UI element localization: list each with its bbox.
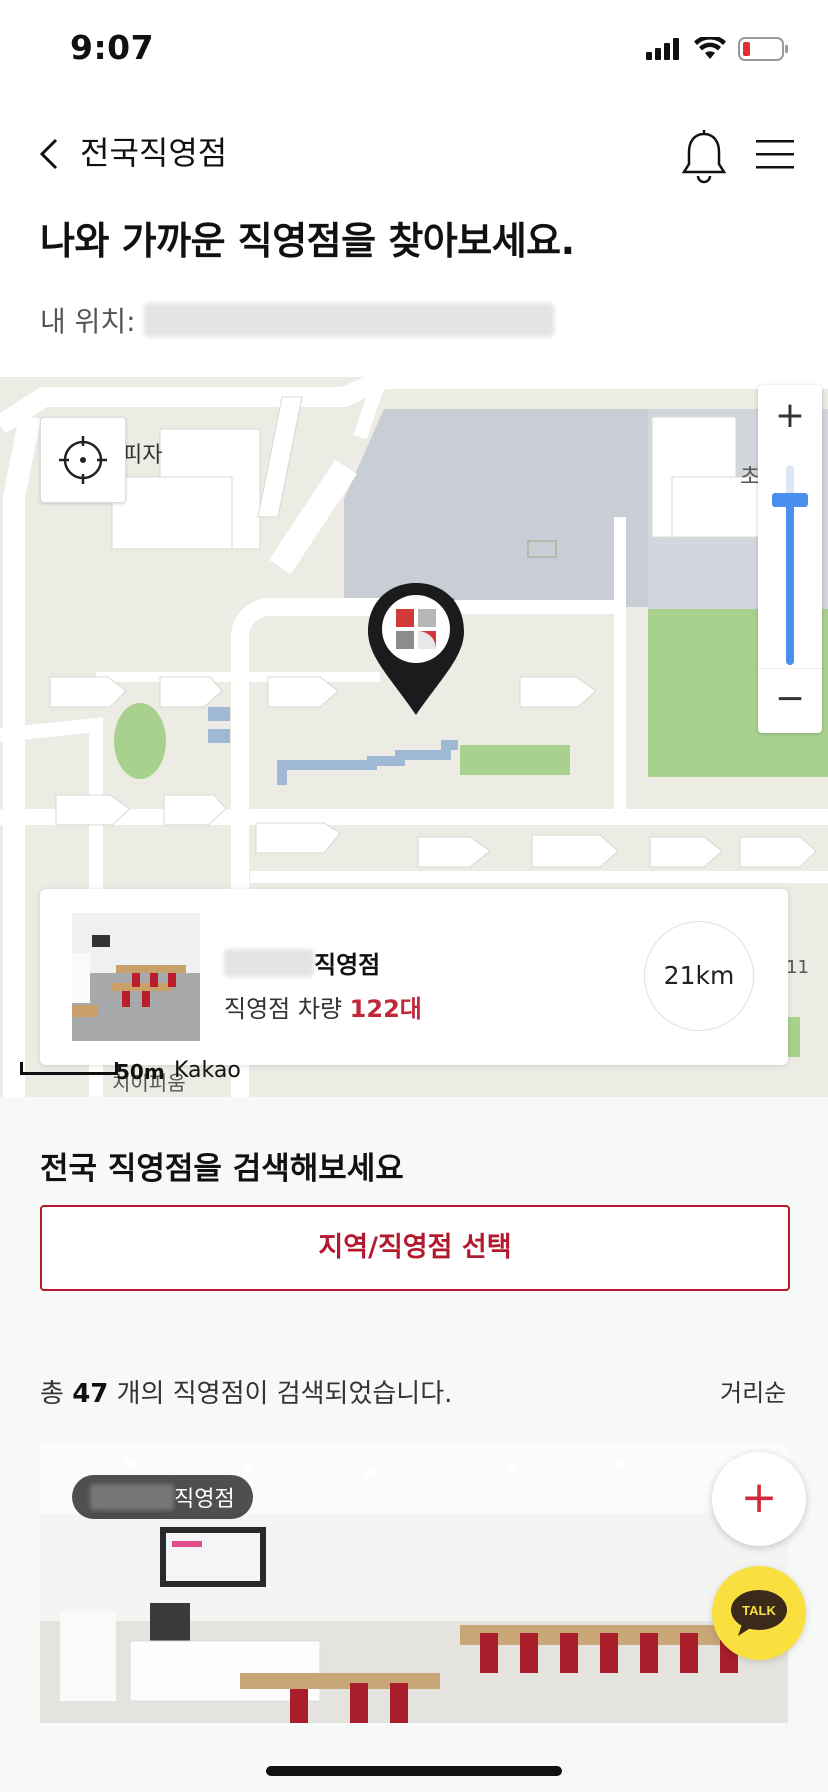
zoom-control: + − xyxy=(758,385,822,733)
back-button[interactable] xyxy=(36,134,66,174)
chevron-left-icon xyxy=(39,138,58,170)
zoom-slider-handle[interactable] xyxy=(772,493,808,507)
cars-count: 122대 xyxy=(349,995,422,1023)
talk-label: TALK xyxy=(742,1603,776,1618)
zoom-out-button[interactable]: − xyxy=(758,668,822,733)
result-count: 총 47 개의 직영점이 검색되었습니다. xyxy=(40,1373,452,1410)
store-list-item[interactable]: 직영점 xyxy=(40,1443,788,1723)
badge-suffix: 직영점 xyxy=(174,1487,235,1512)
kakao-talk-button[interactable]: TALK xyxy=(712,1566,806,1660)
store-name-badge: 직영점 xyxy=(72,1475,253,1519)
my-location-label: 내 위치: xyxy=(40,305,136,338)
distance-badge: 21km xyxy=(644,921,754,1031)
top-navigation: 전국직영점 xyxy=(0,110,828,190)
menu-button[interactable] xyxy=(756,136,796,172)
store-map-marker[interactable] xyxy=(364,579,468,717)
app-screen: 9:07 전국직영점 나와 가까운 직영점을 찾아보세요. 내 위치: 피자 1… xyxy=(0,0,828,1792)
map-label-edge-number: 11 xyxy=(786,957,809,978)
status-icons xyxy=(646,36,790,62)
cars-label: 직영점 차량 xyxy=(224,995,343,1023)
headline: 나와 가까운 직영점을 찾아보세요. xyxy=(40,219,575,263)
result-prefix: 총 xyxy=(40,1379,64,1409)
talk-bubble-icon: TALK xyxy=(731,1590,787,1636)
notification-button[interactable] xyxy=(680,128,728,184)
zoom-slider-fill xyxy=(786,501,794,665)
map-scale-bar xyxy=(20,1062,118,1075)
search-section: 전국 직영점을 검색해보세요 지역/직영점 선택 총 47 개의 직영점이 검색… xyxy=(0,1097,828,1792)
store-info-card[interactable]: 직영점 직영점 차량 122대 21km xyxy=(40,889,788,1065)
map-provider-logo: Kakao xyxy=(174,1058,241,1083)
store-name-redacted xyxy=(224,948,314,977)
zoom-in-button[interactable]: + xyxy=(758,385,822,449)
bell-icon xyxy=(681,130,727,184)
my-location-address-redacted xyxy=(143,303,554,337)
cellular-signal-icon xyxy=(646,38,679,60)
wifi-icon xyxy=(694,37,726,59)
status-bar: 9:07 xyxy=(0,0,828,100)
store-card-name-suffix: 직영점 xyxy=(314,951,381,979)
result-number: 47 xyxy=(72,1379,109,1409)
crosshair-icon xyxy=(59,436,107,484)
sort-distance-button[interactable]: 거리순 xyxy=(720,1373,786,1408)
store-card-name: 직영점 xyxy=(224,945,380,980)
store-card-cars: 직영점 차량 122대 xyxy=(224,989,422,1024)
region-select-button[interactable]: 지역/직영점 선택 xyxy=(40,1205,790,1291)
status-time: 9:07 xyxy=(70,28,155,67)
home-indicator xyxy=(266,1766,562,1776)
map-label-pizza: 피자 xyxy=(122,443,163,468)
battery-icon xyxy=(738,37,788,61)
page-title: 전국직영점 xyxy=(80,134,228,172)
hamburger-menu-icon xyxy=(756,140,794,169)
my-location: 내 위치: xyxy=(40,300,554,340)
store-thumbnail xyxy=(72,913,200,1041)
add-button[interactable]: + xyxy=(712,1452,806,1546)
badge-name-redacted xyxy=(90,1484,174,1510)
search-title: 전국 직영점을 검색해보세요 xyxy=(40,1151,404,1187)
map-view[interactable]: 피자 초등학교 14 11 치이피움 + − xyxy=(0,377,828,1097)
map-scale-label: 50m xyxy=(116,1060,165,1084)
current-location-button[interactable] xyxy=(40,417,126,503)
result-suffix: 개의 직영점이 검색되었습니다. xyxy=(116,1379,453,1409)
